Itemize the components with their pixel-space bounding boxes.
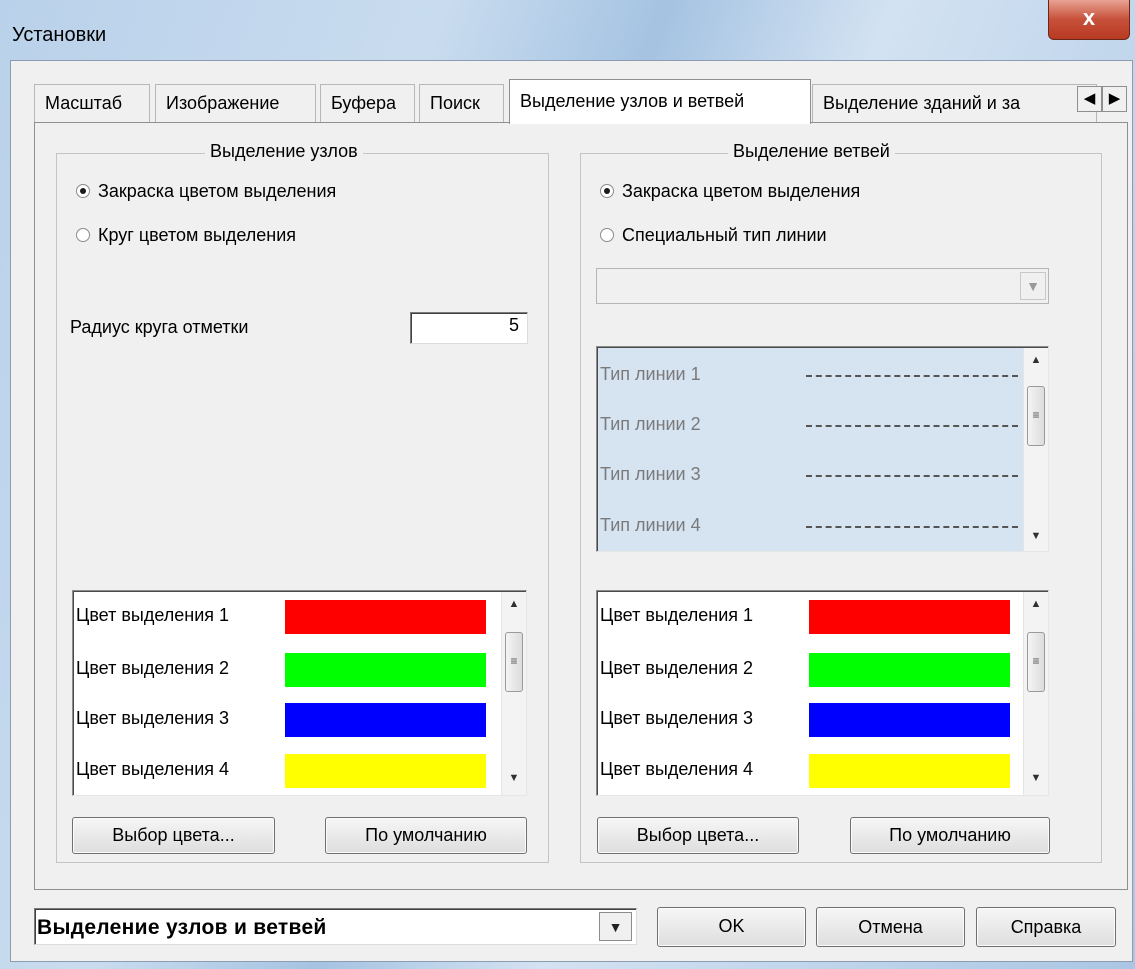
nodes-circle-radio-label: Круг цветом выделения xyxy=(98,225,297,245)
tab-scale[interactable]: Масштаб xyxy=(34,84,150,122)
branches-line-radio[interactable]: Специальный тип линии xyxy=(600,225,827,249)
window-title: Установки xyxy=(12,24,107,46)
list-item-label: Тип линии 2 xyxy=(600,414,701,434)
color-swatch xyxy=(809,600,1010,634)
scroll-thumb[interactable]: ≡ xyxy=(1027,632,1045,692)
list-item-label: Цвет выделения 2 xyxy=(76,658,230,678)
nodes-group-title: Выделение узлов xyxy=(205,141,363,162)
list-item[interactable]: Цвет выделения 4 xyxy=(73,746,498,795)
radio-unchecked-icon xyxy=(76,228,90,242)
radio-checked-icon xyxy=(76,184,90,198)
list-item[interactable]: Цвет выделения 2 xyxy=(597,645,1022,698)
branches-default-button[interactable]: По умолчанию xyxy=(850,817,1050,854)
list-item-label: Тип линии 4 xyxy=(600,515,701,535)
color-swatch xyxy=(809,754,1010,788)
tab-buffers[interactable]: Буфера xyxy=(320,84,415,122)
list-item[interactable]: Цвет выделения 1 xyxy=(73,592,498,645)
nodes-fill-radio-label: Закраска цветом выделения xyxy=(98,181,337,201)
branches-line-radio-label: Специальный тип линии xyxy=(622,225,827,245)
tab-nodes-branches-selection[interactable]: Выделение узлов и ветвей xyxy=(509,79,811,124)
tab-scroll-right-button[interactable]: ▶ xyxy=(1102,86,1127,112)
scroll-up-arrow-icon[interactable]: ▲ xyxy=(1024,598,1048,610)
page-select[interactable]: Выделение узлов и ветвей ▼ xyxy=(34,908,637,945)
dashed-line-sample xyxy=(806,425,1018,427)
list-item[interactable]: Тип линии 1 xyxy=(597,351,1022,404)
nodes-color-list-scrollbar[interactable]: ▲ ≡ ▼ xyxy=(501,592,526,795)
branches-group-title: Выделение ветвей xyxy=(728,141,895,162)
help-button[interactable]: Справка xyxy=(976,907,1116,947)
list-item-label: Цвет выделения 1 xyxy=(76,605,230,625)
nodes-choose-color-button[interactable]: Выбор цвета... xyxy=(72,817,275,854)
nodes-default-button[interactable]: По умолчанию xyxy=(325,817,527,854)
branches-color-list[interactable]: Цвет выделения 1 Цвет выделения 2 Цвет в… xyxy=(596,590,1049,796)
list-item-label: Цвет выделения 4 xyxy=(600,759,754,779)
list-item-label: Цвет выделения 1 xyxy=(600,605,754,625)
nodes-fill-radio[interactable]: Закраска цветом выделения xyxy=(76,181,336,205)
radio-checked-icon xyxy=(600,184,614,198)
tab-image[interactable]: Изображение xyxy=(155,84,316,122)
color-swatch xyxy=(809,653,1010,687)
list-item-label: Тип линии 3 xyxy=(600,464,701,484)
list-item[interactable]: Тип линии 3 xyxy=(597,451,1022,504)
list-item-label: Цвет выделения 2 xyxy=(600,658,754,678)
scroll-up-arrow-icon[interactable]: ▲ xyxy=(502,598,526,610)
list-item-label: Цвет выделения 3 xyxy=(600,708,754,728)
close-button[interactable]: x xyxy=(1048,0,1130,40)
list-item-label: Цвет выделения 4 xyxy=(76,759,230,779)
color-swatch xyxy=(285,703,486,737)
list-item[interactable]: Тип линии 4 xyxy=(597,502,1022,551)
nodes-color-list[interactable]: Цвет выделения 1 Цвет выделения 2 Цвет в… xyxy=(72,590,527,796)
dashed-line-sample xyxy=(806,375,1018,377)
radio-unchecked-icon xyxy=(600,228,614,242)
color-swatch xyxy=(809,703,1010,737)
color-swatch xyxy=(285,653,486,687)
ok-button[interactable]: OK xyxy=(657,907,806,947)
tab-scroll-left-button[interactable]: ◀ xyxy=(1077,86,1102,112)
chevron-down-icon[interactable]: ▼ xyxy=(599,912,632,941)
list-item-label: Цвет выделения 3 xyxy=(76,708,230,728)
list-item-label: Тип линии 1 xyxy=(600,364,701,384)
line-type-list[interactable]: Тип линии 1 Тип линии 2 Тип линии 3 Тип … xyxy=(596,346,1049,552)
scroll-up-arrow-icon[interactable]: ▲ xyxy=(1024,354,1048,366)
page-select-value: Выделение узлов и ветвей xyxy=(37,916,327,939)
color-swatch xyxy=(285,600,486,634)
radius-input[interactable]: 5 xyxy=(410,312,528,344)
dashed-line-sample xyxy=(806,526,1018,528)
nodes-circle-radio[interactable]: Круг цветом выделения xyxy=(76,225,296,249)
tab-search[interactable]: Поиск xyxy=(419,84,504,122)
scroll-down-arrow-icon[interactable]: ▼ xyxy=(502,772,526,784)
color-swatch xyxy=(285,754,486,788)
branches-choose-color-button[interactable]: Выбор цвета... xyxy=(597,817,799,854)
radius-label: Радиус круга отметки xyxy=(70,317,249,337)
chevron-down-icon[interactable]: ▼ xyxy=(1020,272,1046,300)
list-item[interactable]: Цвет выделения 4 xyxy=(597,746,1022,795)
line-type-select[interactable]: ▼ xyxy=(596,268,1049,304)
cancel-button[interactable]: Отмена xyxy=(816,907,965,947)
branches-color-list-scrollbar[interactable]: ▲ ≡ ▼ xyxy=(1023,592,1048,795)
list-item[interactable]: Цвет выделения 1 xyxy=(597,592,1022,645)
scroll-down-arrow-icon[interactable]: ▼ xyxy=(1024,772,1048,784)
list-item[interactable]: Цвет выделения 3 xyxy=(73,695,498,748)
list-item[interactable]: Тип линии 2 xyxy=(597,401,1022,454)
line-type-list-scrollbar[interactable]: ▲ ≡ ▼ xyxy=(1023,348,1048,551)
tab-buildings-selection[interactable]: Выделение зданий и за xyxy=(812,84,1097,122)
scroll-thumb[interactable]: ≡ xyxy=(505,632,523,692)
branches-fill-radio-label: Закраска цветом выделения xyxy=(622,181,861,201)
dashed-line-sample xyxy=(806,475,1018,477)
list-item[interactable]: Цвет выделения 2 xyxy=(73,645,498,698)
branches-fill-radio[interactable]: Закраска цветом выделения xyxy=(600,181,860,205)
list-item[interactable]: Цвет выделения 3 xyxy=(597,695,1022,748)
scroll-thumb[interactable]: ≡ xyxy=(1027,386,1045,446)
scroll-down-arrow-icon[interactable]: ▼ xyxy=(1024,530,1048,542)
